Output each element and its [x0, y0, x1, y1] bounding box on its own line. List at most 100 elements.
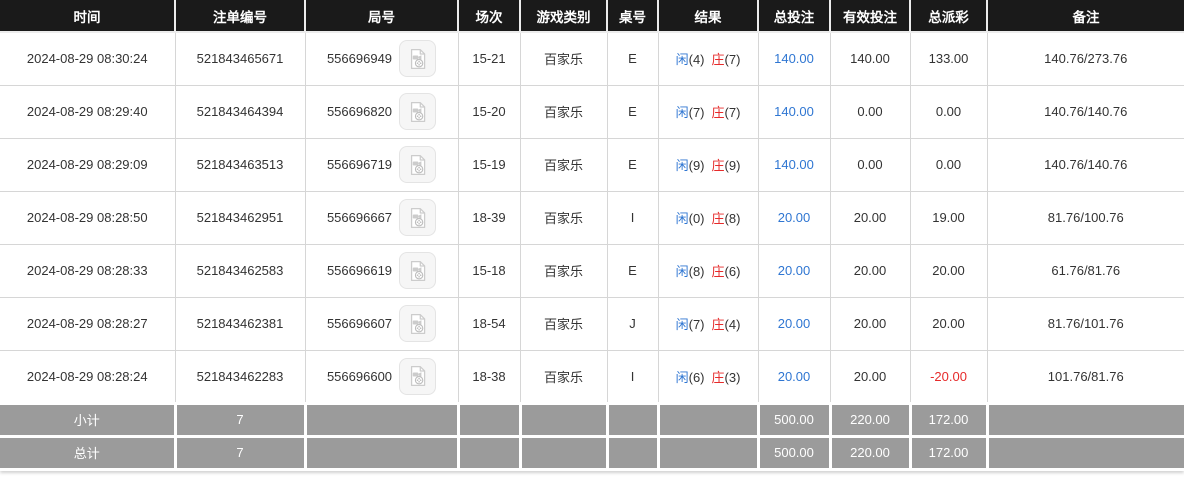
cell-bet-id: 521843462381	[174, 296, 306, 351]
col-header-valid-bet: 有效投注	[829, 0, 911, 33]
cell-remark: 101.76/81.76	[986, 349, 1184, 404]
video-file-icon	[410, 366, 425, 386]
cell-remark: 61.76/81.76	[986, 243, 1184, 298]
round-id-text: 556696619	[326, 263, 393, 278]
cell-bet-id: 521843462951	[174, 190, 306, 245]
result-player-score: (0)	[688, 211, 705, 226]
cell-round-id: 556696667	[304, 190, 459, 245]
cell-game-type: 百家乐	[519, 243, 608, 298]
result-player-score: (8)	[688, 264, 705, 279]
total-count: 7	[173, 434, 307, 471]
col-header-round-id: 局号	[304, 0, 459, 33]
result-player-score: (7)	[688, 105, 705, 120]
cell-time: 2024-08-29 08:28:50	[0, 190, 176, 245]
cell-bet-id: 521843462283	[174, 349, 306, 404]
cell-round-id: 556696619	[304, 243, 459, 298]
result-banker-label: 庄	[711, 52, 725, 68]
cell-payout: -20.00	[909, 349, 988, 404]
result-banker-label: 庄	[711, 105, 725, 120]
cell-session: 18-54	[457, 296, 521, 351]
cell-table-no: I	[606, 349, 659, 404]
video-file-icon	[410, 154, 425, 175]
subtotal-empty-game	[518, 401, 609, 438]
cell-round-id: 556696820	[304, 84, 459, 139]
cell-valid-bet: 20.00	[829, 190, 911, 245]
result-player-label: 闲	[675, 158, 689, 173]
subtotal-empty-session	[456, 401, 522, 438]
result-banker-label: 庄	[711, 211, 725, 226]
subtotal-empty-table	[605, 401, 660, 438]
cell-bet-id: 521843465671	[174, 31, 306, 86]
cell-time: 2024-08-29 08:28:33	[0, 243, 176, 298]
cell-round-id: 556696949	[304, 31, 459, 86]
cell-table-no: E	[606, 84, 659, 139]
total-payout: 172.00	[908, 434, 989, 471]
result-player-score: (9)	[688, 158, 705, 173]
cell-round-id: 556696719	[304, 137, 459, 192]
cell-result: 闲(4) 庄(7)	[657, 31, 759, 86]
result-banker-label: 庄	[711, 264, 725, 279]
cell-round-id: 556696607	[304, 296, 459, 351]
cell-valid-bet: 20.00	[829, 296, 911, 351]
cell-bet-id: 521843464394	[174, 84, 306, 139]
result-player-label: 闲	[675, 369, 689, 385]
cell-payout: 0.00	[909, 137, 988, 192]
cell-result: 闲(0) 庄(8)	[657, 190, 759, 245]
table-row: 2024-08-29 08:29:09 521843463513 5566967…	[0, 137, 1184, 192]
cell-game-type: 百家乐	[519, 349, 608, 404]
video-replay-button[interactable]	[399, 357, 437, 395]
col-header-result: 结果	[657, 0, 759, 33]
video-replay-button[interactable]	[399, 199, 437, 236]
video-replay-button[interactable]	[399, 146, 437, 183]
video-file-icon	[410, 48, 425, 69]
cell-total-bet: 140.00	[757, 84, 831, 139]
video-replay-button[interactable]	[399, 252, 437, 289]
total-empty-game	[518, 434, 609, 471]
col-header-bet-id: 注单编号	[174, 0, 306, 33]
cell-remark: 140.76/273.76	[986, 31, 1184, 86]
cell-time: 2024-08-29 08:29:40	[0, 84, 176, 139]
total-total-bet: 500.00	[756, 434, 832, 471]
cell-session: 15-19	[457, 137, 521, 192]
cell-payout: 20.00	[909, 243, 988, 298]
round-id-text: 556696667	[326, 210, 393, 225]
cell-time: 2024-08-29 08:29:09	[0, 137, 176, 192]
video-file-icon	[410, 260, 425, 281]
total-empty-result	[656, 434, 760, 471]
col-header-time: 时间	[0, 0, 176, 33]
total-row: 总计 7 500.00 220.00 172.00	[0, 434, 1184, 471]
table-row: 2024-08-29 08:28:33 521843462583 5566966…	[0, 243, 1184, 298]
cell-payout: 20.00	[909, 296, 988, 351]
result-banker-score: (8)	[724, 211, 741, 226]
cell-payout: 0.00	[909, 84, 988, 139]
table-footer: 小计 7 500.00 220.00 172.00 总计 7 500.00 22…	[0, 401, 1184, 471]
cell-session: 15-21	[457, 31, 521, 86]
round-id-text: 556696820	[326, 104, 393, 119]
header-row: 时间 注单编号 局号 场次 游戏类别 桌号 结果 总投注 有效投注 总派彩 备注	[0, 0, 1184, 33]
subtotal-label: 小计	[0, 401, 177, 438]
result-banker-score: (7)	[724, 52, 741, 68]
result-banker-label: 庄	[711, 369, 725, 385]
cell-payout: 133.00	[909, 31, 988, 86]
col-header-game-type: 游戏类别	[519, 0, 608, 33]
round-id-text: 556696719	[326, 157, 393, 172]
total-empty-round	[303, 434, 460, 471]
result-banker-label: 庄	[711, 158, 725, 173]
cell-game-type: 百家乐	[519, 296, 608, 351]
table-header: 时间 注单编号 局号 场次 游戏类别 桌号 结果 总投注 有效投注 总派彩 备注	[0, 0, 1184, 33]
round-id-text: 556696949	[326, 51, 393, 67]
video-replay-button[interactable]	[399, 40, 437, 78]
cell-time: 2024-08-29 08:28:24	[0, 349, 176, 404]
video-file-icon	[410, 313, 425, 334]
col-header-table-no: 桌号	[606, 0, 659, 33]
col-header-session: 场次	[457, 0, 521, 33]
video-file-icon	[410, 207, 425, 228]
subtotal-empty-result	[656, 401, 760, 438]
video-replay-button[interactable]	[399, 305, 437, 342]
cell-total-bet: 20.00	[757, 349, 831, 404]
col-header-total-bet: 总投注	[757, 0, 831, 33]
cell-session: 15-20	[457, 84, 521, 139]
table-row: 2024-08-29 08:30:24 521843465671 5566969…	[0, 31, 1184, 86]
cell-result: 闲(7) 庄(4)	[657, 296, 759, 351]
video-replay-button[interactable]	[399, 93, 437, 130]
